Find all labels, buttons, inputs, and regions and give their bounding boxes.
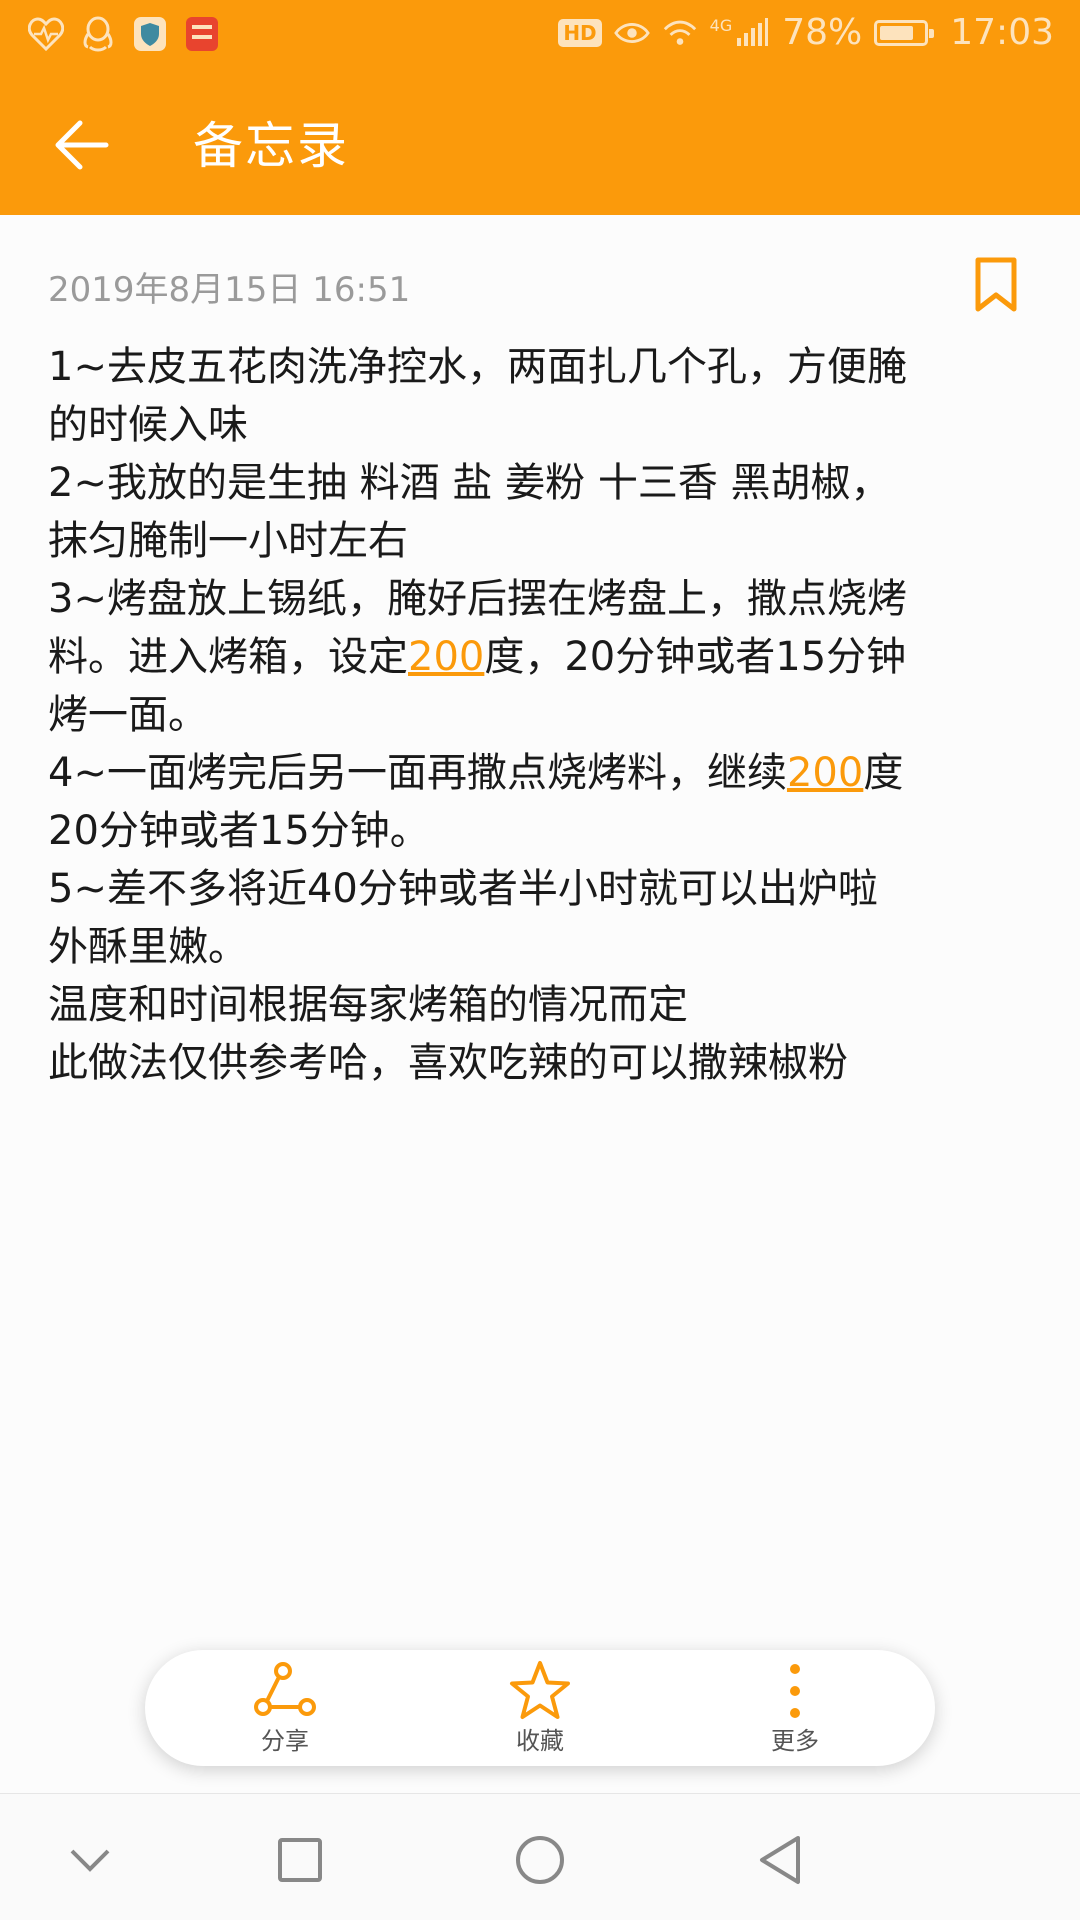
favorite-button[interactable]: 收藏 <box>450 1650 630 1766</box>
system-nav-bar <box>0 1793 1080 1920</box>
shield-icon <box>132 16 168 52</box>
note-text: 料。进入烤箱，设定 <box>48 634 408 680</box>
note-line: 5~差不多将近40分钟或者半小时就可以出炉啦 <box>48 866 878 912</box>
note-text: 4~一面烤完后另一面再撒点烧烤料，继续 <box>48 750 787 796</box>
status-left-icons <box>28 16 220 52</box>
note-body[interactable]: 1~去皮五花肉洗净控水，两面扎几个孔，方便腌 的时候入味 2~我放的是生抽 料酒… <box>48 338 1038 1092</box>
network-type-label: 4G <box>709 16 733 35</box>
hide-keyboard-button[interactable] <box>50 1820 130 1900</box>
share-label: 分享 <box>261 1727 309 1755</box>
note-text: 度 <box>863 750 904 796</box>
back-button[interactable] <box>40 105 120 185</box>
note-date: 2019年8月15日 16:51 <box>48 270 411 310</box>
square-recents-icon <box>278 1838 322 1882</box>
app-bar: 备忘录 <box>0 75 1080 215</box>
note-line: 的时候入味 <box>48 402 248 448</box>
note-line: 温度和时间根据每家烤箱的情况而定 <box>48 982 688 1028</box>
favorite-label: 收藏 <box>516 1727 564 1755</box>
share-button[interactable]: 分享 <box>195 1650 375 1766</box>
note-line: 抹匀腌制一小时左右 <box>48 518 408 564</box>
note-line: 1~去皮五花肉洗净控水，两面扎几个孔，方便腌 <box>48 344 907 390</box>
more-vertical-icon <box>762 1658 828 1724</box>
page-title: 备忘录 <box>193 117 349 175</box>
note-line: 4~一面烤完后另一面再撒点烧烤料，继续200度 <box>48 744 1038 802</box>
share-icon <box>252 1658 318 1724</box>
note-line: 料。进入烤箱，设定200度，20分钟或者15分钟 <box>48 628 1038 686</box>
battery-percent: 78% <box>782 12 863 53</box>
note-line: 2~我放的是生抽 料酒 盐 姜粉 十三香 黑胡椒， <box>48 460 891 506</box>
home-button[interactable] <box>500 1820 580 1900</box>
recents-button[interactable] <box>260 1820 340 1900</box>
status-time: 17:03 <box>950 12 1054 53</box>
memo-screen: HD 4G 78% 17:03 备忘录 2019年8月15日 16:51 1~去… <box>0 0 1080 1920</box>
triangle-back-icon <box>760 1836 800 1884</box>
star-icon <box>507 1658 573 1724</box>
status-bar: HD 4G 78% 17:03 <box>0 0 1080 75</box>
note-line: 3~烤盘放上锡纸，腌好后摆在烤盘上，撒点烧烤 <box>48 576 907 622</box>
more-button[interactable]: 更多 <box>705 1650 885 1766</box>
bookmark-button[interactable] <box>968 250 1024 320</box>
battery-icon <box>874 19 935 46</box>
heart-monitor-icon <box>28 16 64 52</box>
arrow-left-icon <box>55 120 109 170</box>
chevron-down-icon <box>70 1849 110 1872</box>
signal-icon <box>734 15 770 51</box>
temperature-link[interactable]: 200 <box>408 634 484 680</box>
temperature-link[interactable]: 200 <box>787 750 863 796</box>
status-right: HD 4G 78% 17:03 <box>558 12 1054 53</box>
note-text: 度，20分钟或者15分钟 <box>484 634 907 680</box>
wifi-icon <box>662 15 698 51</box>
action-bar: 分享 收藏 更多 <box>145 1650 935 1766</box>
note-line: 烤一面。 <box>48 692 208 738</box>
note-line: 20分钟或者15分钟。 <box>48 808 430 854</box>
note-line: 此做法仅供参考哈，喜欢吃辣的可以撒辣椒粉 <box>48 1040 848 1086</box>
note-line: 外酥里嫩。 <box>48 924 248 970</box>
eye-comfort-icon <box>613 15 650 51</box>
hd-badge: HD <box>558 18 602 47</box>
battery-level <box>880 25 914 40</box>
qq-icon <box>80 16 116 52</box>
back-nav-button[interactable] <box>740 1820 820 1900</box>
more-label: 更多 <box>771 1727 819 1755</box>
bookmark-icon <box>975 257 1017 312</box>
circle-home-icon <box>516 1836 564 1884</box>
taobao-daily-icon <box>184 16 220 52</box>
